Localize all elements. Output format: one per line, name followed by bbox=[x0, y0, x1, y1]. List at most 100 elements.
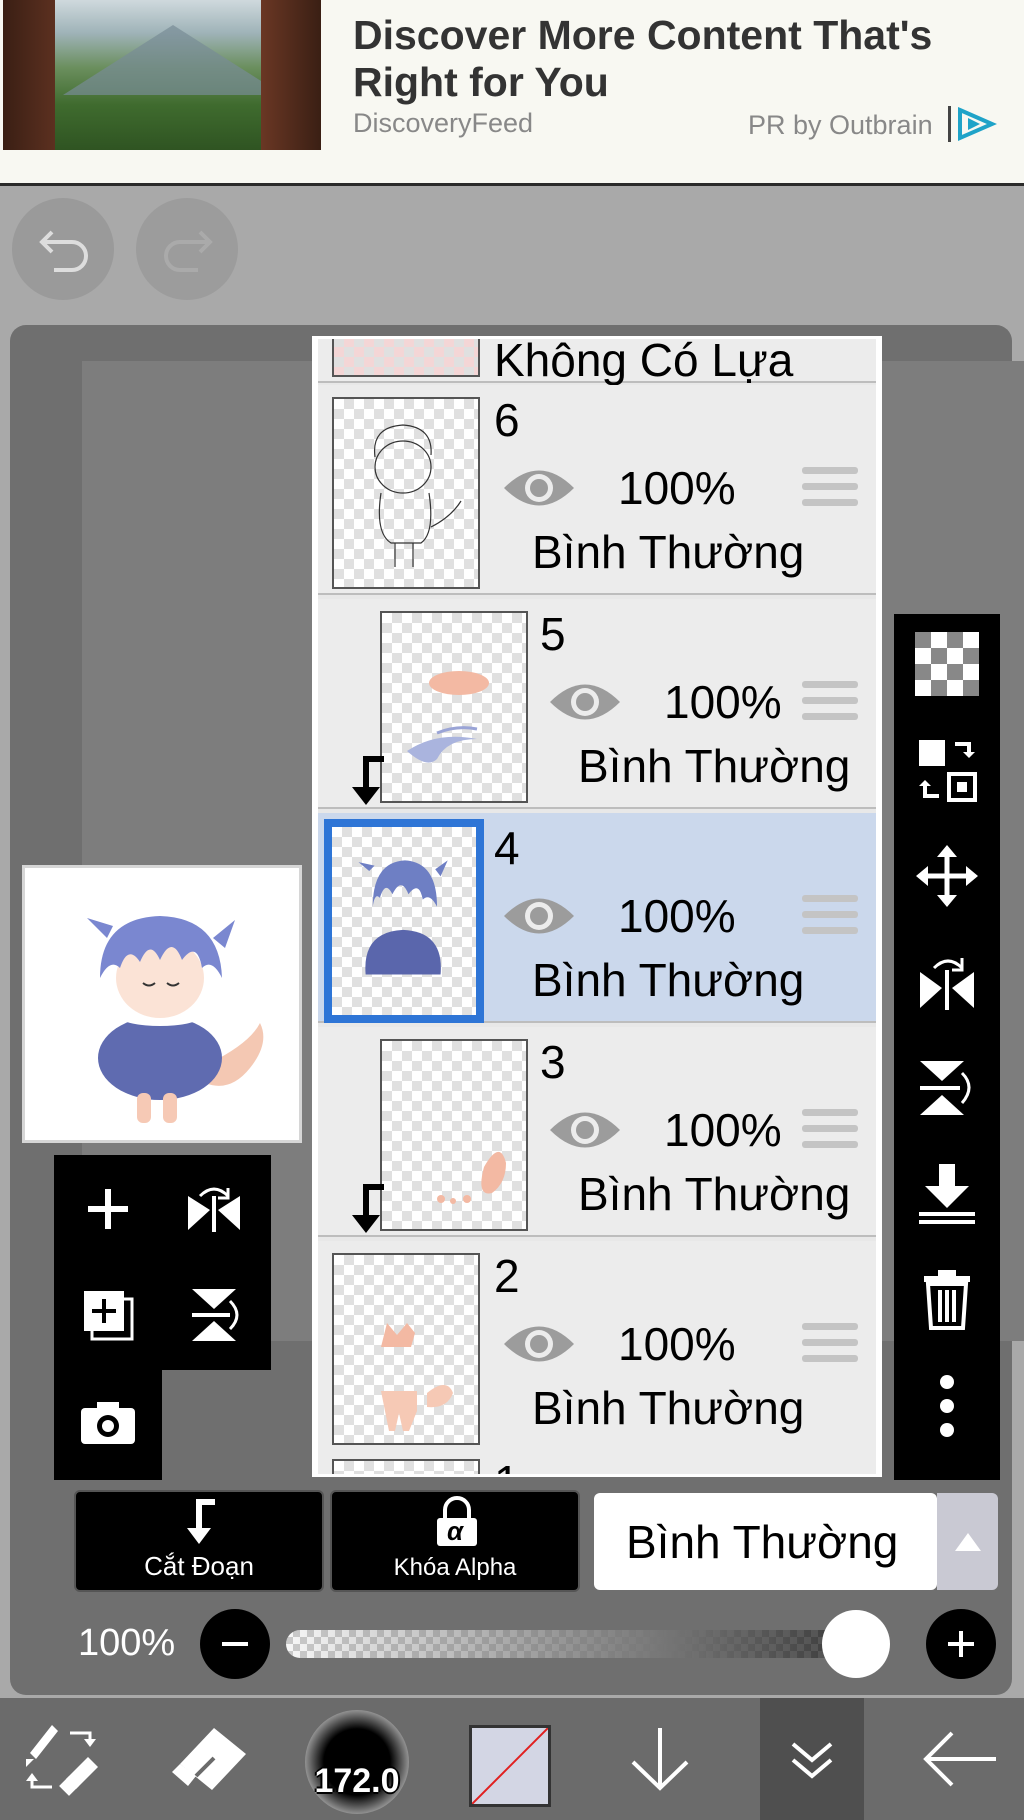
redo-button[interactable] bbox=[136, 198, 238, 300]
layer-number: 3 bbox=[540, 1036, 566, 1088]
eye-icon[interactable] bbox=[502, 463, 576, 513]
layer-thumbnail[interactable] bbox=[380, 1039, 528, 1231]
flip-layer-vertical-button[interactable] bbox=[164, 1265, 264, 1365]
color-swatch[interactable] bbox=[469, 1725, 551, 1807]
transparency-button[interactable] bbox=[894, 614, 1000, 714]
back-arrow-icon bbox=[923, 1731, 996, 1787]
camera-button[interactable] bbox=[58, 1373, 158, 1473]
layer-opacity: 100% bbox=[618, 462, 736, 514]
move-button[interactable] bbox=[894, 826, 1000, 926]
flip-layer-horizontal-button[interactable] bbox=[164, 1159, 264, 1259]
ad-title[interactable]: Discover More Content That's Right for Y… bbox=[353, 12, 993, 106]
layer-thumbnail[interactable] bbox=[332, 397, 480, 589]
eye-icon[interactable] bbox=[548, 677, 622, 727]
transparency-icon bbox=[915, 632, 979, 696]
layer-row-4[interactable]: 4 100% Bình Thường bbox=[318, 813, 876, 1023]
layer-number: 5 bbox=[540, 608, 566, 660]
layer-list[interactable]: Không Có Lựa Chọn 6 100% Bình Thường 5 100% B… bbox=[312, 336, 882, 1477]
chevron-up-icon bbox=[955, 1533, 981, 1551]
canvas-preview[interactable] bbox=[22, 865, 302, 1143]
drag-handle-icon[interactable] bbox=[802, 467, 858, 513]
add-layer-button[interactable] bbox=[58, 1159, 158, 1259]
brush-size-value: 172.0 bbox=[314, 1762, 400, 1800]
drag-handle-icon[interactable] bbox=[802, 895, 858, 941]
layers-collapse-icon bbox=[791, 1742, 833, 1779]
alpha-lock-button[interactable]: α Khóa Alpha bbox=[330, 1490, 580, 1592]
arrow-down-button[interactable] bbox=[600, 1698, 720, 1820]
ad-banner[interactable]: Discover More Content That's Right for Y… bbox=[0, 0, 1024, 186]
layer-right-toolbar bbox=[894, 614, 1000, 1480]
drag-handle-icon[interactable] bbox=[802, 681, 858, 727]
opacity-slider[interactable] bbox=[286, 1630, 886, 1658]
eye-icon[interactable] bbox=[548, 1105, 622, 1155]
layer-blend-mode: Bình Thường bbox=[532, 526, 805, 578]
clipping-arrow-icon bbox=[187, 1499, 215, 1544]
add-layer-icon bbox=[88, 1189, 128, 1229]
layer-transform-button[interactable] bbox=[894, 720, 1000, 820]
layers-collapse-button[interactable] bbox=[752, 1698, 872, 1820]
flip-layer-vertical-icon bbox=[192, 1289, 239, 1341]
layer-thumbnail[interactable] bbox=[332, 1253, 480, 1445]
layer-row-none[interactable]: Không Có Lựa Chọn bbox=[318, 339, 876, 440]
opacity-increase-button[interactable] bbox=[926, 1609, 996, 1679]
alpha-symbol: α bbox=[446, 1516, 464, 1546]
layer-blend-mode: Bình Thường bbox=[532, 1382, 805, 1434]
eye-icon[interactable] bbox=[502, 1319, 576, 1369]
ad-source: DiscoveryFeed bbox=[353, 108, 534, 138]
add-copy-layer-button[interactable] bbox=[58, 1265, 158, 1365]
blend-mode-select[interactable]: Bình Thường bbox=[594, 1493, 937, 1590]
delete-layer-button[interactable] bbox=[894, 1250, 1000, 1350]
camera-icon bbox=[81, 1402, 135, 1444]
layer-row-2[interactable]: 2 100% Bình Thường bbox=[318, 1241, 876, 1451]
drag-handle-icon[interactable] bbox=[802, 1323, 858, 1369]
layer-row-3[interactable]: 3 100% Bình Thường bbox=[318, 1027, 876, 1237]
more-button[interactable] bbox=[894, 1356, 1000, 1456]
flip-layer-horizontal-icon bbox=[188, 1187, 240, 1232]
undo-icon bbox=[39, 230, 88, 272]
drag-handle-icon[interactable] bbox=[802, 1109, 858, 1155]
eraser-icon bbox=[172, 1728, 246, 1790]
merge-down-button[interactable] bbox=[894, 1144, 1000, 1244]
opacity-decrease-button[interactable] bbox=[200, 1609, 270, 1679]
ad-sponsor-label[interactable]: PR by Outbrain bbox=[748, 110, 933, 141]
clipping-indicator-icon bbox=[352, 1184, 384, 1233]
redo-icon bbox=[164, 230, 213, 272]
arrow-down-icon bbox=[631, 1728, 689, 1791]
flip-horizontal-button[interactable] bbox=[894, 932, 1000, 1032]
tool-switch-button[interactable] bbox=[2, 1698, 122, 1820]
merge-down-icon bbox=[919, 1164, 975, 1224]
brush-size-button[interactable]: 172.0 bbox=[305, 1710, 409, 1814]
undo-button[interactable] bbox=[12, 198, 114, 300]
flip-vertical-button[interactable] bbox=[894, 1038, 1000, 1138]
layer-opacity: 100% bbox=[618, 1318, 736, 1370]
minus-icon bbox=[222, 1642, 248, 1646]
layer-opacity: 100% bbox=[618, 890, 736, 942]
layer-number: 6 bbox=[494, 394, 520, 446]
flip-horizontal-icon bbox=[920, 958, 974, 1010]
layer-thumbnail[interactable] bbox=[380, 611, 528, 803]
layer-row-5[interactable]: 5 100% Bình Thường bbox=[318, 599, 876, 809]
character-preview-image bbox=[87, 916, 264, 1123]
ad-image[interactable] bbox=[3, 0, 321, 150]
layer-blend-mode: Bình Thường bbox=[532, 954, 805, 1006]
layer-thumbnail[interactable] bbox=[324, 819, 484, 1023]
clipping-label: Cắt Đoạn bbox=[144, 1551, 254, 1581]
layer-number: 4 bbox=[494, 822, 520, 874]
move-icon bbox=[916, 845, 978, 907]
opacity-slider-knob[interactable] bbox=[822, 1610, 890, 1678]
color-swatch-slash bbox=[472, 1728, 548, 1804]
flip-vertical-icon bbox=[920, 1061, 971, 1115]
outbrain-logo-icon[interactable] bbox=[948, 104, 998, 144]
eraser-button[interactable] bbox=[150, 1698, 270, 1820]
layer-row-6[interactable]: 6 100% Bình Thường bbox=[318, 385, 876, 595]
layer-row-1[interactable]: 1 bbox=[318, 1447, 876, 1474]
blend-mode-value: Bình Thường bbox=[626, 1516, 899, 1568]
clipping-button[interactable]: Cắt Đoạn bbox=[74, 1490, 324, 1592]
tool-switch-icon bbox=[26, 1725, 98, 1796]
back-button[interactable] bbox=[900, 1698, 1020, 1820]
blend-mode-dropdown-button[interactable] bbox=[937, 1493, 998, 1590]
layer-thumbnail bbox=[332, 1459, 480, 1474]
add-copy-layer-icon bbox=[84, 1291, 134, 1341]
layer-blend-mode: Bình Thường bbox=[578, 740, 851, 792]
eye-icon[interactable] bbox=[502, 891, 576, 941]
